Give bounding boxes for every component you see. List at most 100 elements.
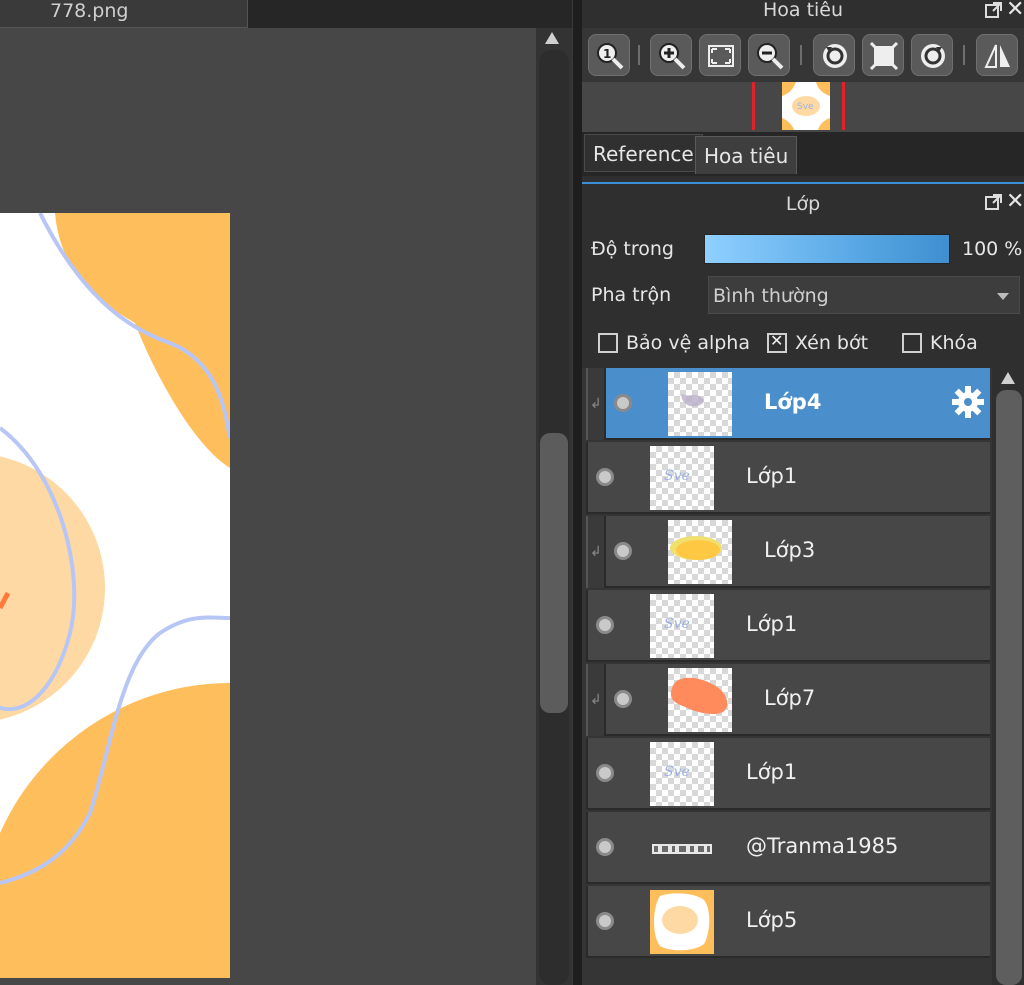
svg-text:Sve: Sve <box>797 102 814 112</box>
layer-thumbnail <box>668 668 732 732</box>
clip-arrow-icon: ↲ <box>590 692 602 708</box>
gear-icon[interactable] <box>950 384 986 420</box>
layer-row[interactable]: @Tranma1985 <box>586 812 990 884</box>
visibility-toggle-icon[interactable] <box>614 394 632 412</box>
popout-icon[interactable] <box>984 192 1004 212</box>
view-frame-right <box>842 82 845 130</box>
fit-to-window-icon <box>708 45 734 67</box>
checkbox-box[interactable] <box>902 333 922 353</box>
opacity-slider[interactable] <box>704 234 950 264</box>
reset-view-button[interactable] <box>862 34 904 76</box>
clipping-indicator: ↲ <box>586 368 604 440</box>
layer-thumbnail: Sve <box>650 594 714 658</box>
scroll-thumb[interactable] <box>540 433 568 713</box>
svg-text:1: 1 <box>603 47 611 61</box>
navigator-panel-buttons: ✕ <box>972 0 1024 22</box>
document-tab-label: 778.png <box>50 0 129 22</box>
zoom-in-button[interactable] <box>650 34 692 76</box>
flip-horizontal-button[interactable] <box>976 34 1018 76</box>
layer-list-scrollbar[interactable] <box>992 368 1024 985</box>
layer-name: Lớp1 <box>746 760 798 784</box>
svg-text:Sve: Sve <box>664 468 690 484</box>
blend-row: Pha trộn Bình thường <box>582 272 1024 318</box>
checkbox-box[interactable] <box>767 331 787 353</box>
zoom-actual-size-button[interactable]: 1 <box>588 34 630 76</box>
visibility-toggle-icon[interactable] <box>596 764 614 782</box>
layer-name: Lớp7 <box>764 686 816 710</box>
fit-to-window-button[interactable] <box>699 34 741 76</box>
blend-mode-select[interactable]: Bình thường <box>708 276 1020 314</box>
visibility-toggle-icon[interactable] <box>614 542 632 560</box>
close-icon[interactable]: ✕ <box>1006 0 1024 22</box>
layer-row[interactable]: Sve Lớp1 <box>586 442 990 514</box>
zoom-actual-size-icon: 1 <box>597 43 624 70</box>
zoom-in-icon <box>659 43 686 70</box>
view-frame-left <box>752 82 755 130</box>
navigator-thumbnail: Sve <box>782 82 830 130</box>
opacity-label: Độ trong <box>591 238 674 260</box>
clipping-indicator: ↲ <box>586 516 604 588</box>
visibility-toggle-icon[interactable] <box>596 616 614 634</box>
zoom-out-icon <box>757 43 784 70</box>
layer-row[interactable]: Sve Lớp1 <box>586 590 990 662</box>
canvas-area[interactable] <box>0 28 536 985</box>
layer-name: Lớp4 <box>764 390 822 414</box>
visibility-toggle-icon[interactable] <box>596 468 614 486</box>
navigator-toolbar: 1 <box>582 28 1024 82</box>
panel-splitter[interactable] <box>572 0 582 985</box>
layer-row[interactable]: Lớp7 <box>604 664 990 736</box>
checkbox-box[interactable] <box>598 333 618 353</box>
clip-arrow-icon: ↲ <box>590 544 602 560</box>
layer-thumbnail <box>668 372 732 436</box>
tab-reference[interactable]: Reference <box>584 134 703 172</box>
visibility-toggle-icon[interactable] <box>596 912 614 930</box>
layer-name: @Tranma1985 <box>746 834 899 858</box>
chevron-down-icon <box>997 293 1009 300</box>
layer-thumbnail <box>668 520 732 584</box>
navigator-tabs: Reference Hoa tiêu <box>582 132 1024 176</box>
layer-thumbnail <box>650 816 714 880</box>
layer-thumbnail <box>650 890 714 954</box>
rotate-left-button[interactable] <box>813 34 855 76</box>
layer-name: Lớp1 <box>746 612 798 636</box>
tab-navigator[interactable]: Hoa tiêu <box>695 136 798 174</box>
opacity-row: Độ trong 100 % <box>582 226 1024 270</box>
reset-view-icon <box>869 41 899 71</box>
scroll-up-arrow-icon[interactable] <box>1001 372 1015 384</box>
opacity-value: 100 % <box>962 238 1023 260</box>
visibility-toggle-icon[interactable] <box>614 690 632 708</box>
layer-name: Lớp5 <box>746 908 798 932</box>
layer-options-row: Bảo vệ alpha Xén bớt Khóa <box>582 322 1024 364</box>
layer-row[interactable]: Lớp3 <box>604 516 990 588</box>
layer-thumbnail: Sve <box>650 742 714 806</box>
zoom-out-button[interactable] <box>748 34 790 76</box>
checkbox-label: Khóa <box>930 332 978 354</box>
right-panels: Hoa tiêu ✕ 1 Sve Reference Hoa tiêu Lớp … <box>582 0 1024 985</box>
toolbar-separator <box>638 45 640 65</box>
blend-mode-value: Bình thường <box>713 285 829 307</box>
layer-row[interactable]: Sve Lớp1 <box>586 738 990 810</box>
checkbox-label: Bảo vệ alpha <box>626 332 750 354</box>
tab-label: Hoa tiêu <box>704 144 789 168</box>
artwork-canvas[interactable] <box>0 213 230 978</box>
navigator-preview[interactable]: Sve <box>582 82 1024 132</box>
popout-icon[interactable] <box>984 0 1004 20</box>
rotate-left-icon <box>823 44 847 68</box>
flip-horizontal-icon <box>984 44 1010 68</box>
canvas-vertical-scrollbar[interactable] <box>536 28 572 985</box>
layers-panel-title: Lớp <box>785 193 821 215</box>
svg-text:Sve: Sve <box>664 616 690 632</box>
checkbox-label: Xén bớt <box>795 332 869 354</box>
rotate-right-button[interactable] <box>911 34 953 76</box>
layers-panel-buttons: ✕ <box>972 189 1024 214</box>
visibility-toggle-icon[interactable] <box>596 838 614 856</box>
layer-row[interactable]: Lớp5 <box>586 886 990 958</box>
close-icon[interactable]: ✕ <box>1006 189 1024 214</box>
layer-row[interactable]: Lớp4 <box>604 368 990 440</box>
layer-thumbnail: Sve <box>650 446 714 510</box>
scroll-up-arrow-icon[interactable] <box>545 32 559 44</box>
document-tab[interactable]: 778.png <box>0 0 248 28</box>
layers-panel-header: Lớp ✕ <box>582 182 1024 222</box>
scroll-thumb[interactable] <box>996 390 1022 985</box>
toolbar-separator <box>800 45 802 65</box>
